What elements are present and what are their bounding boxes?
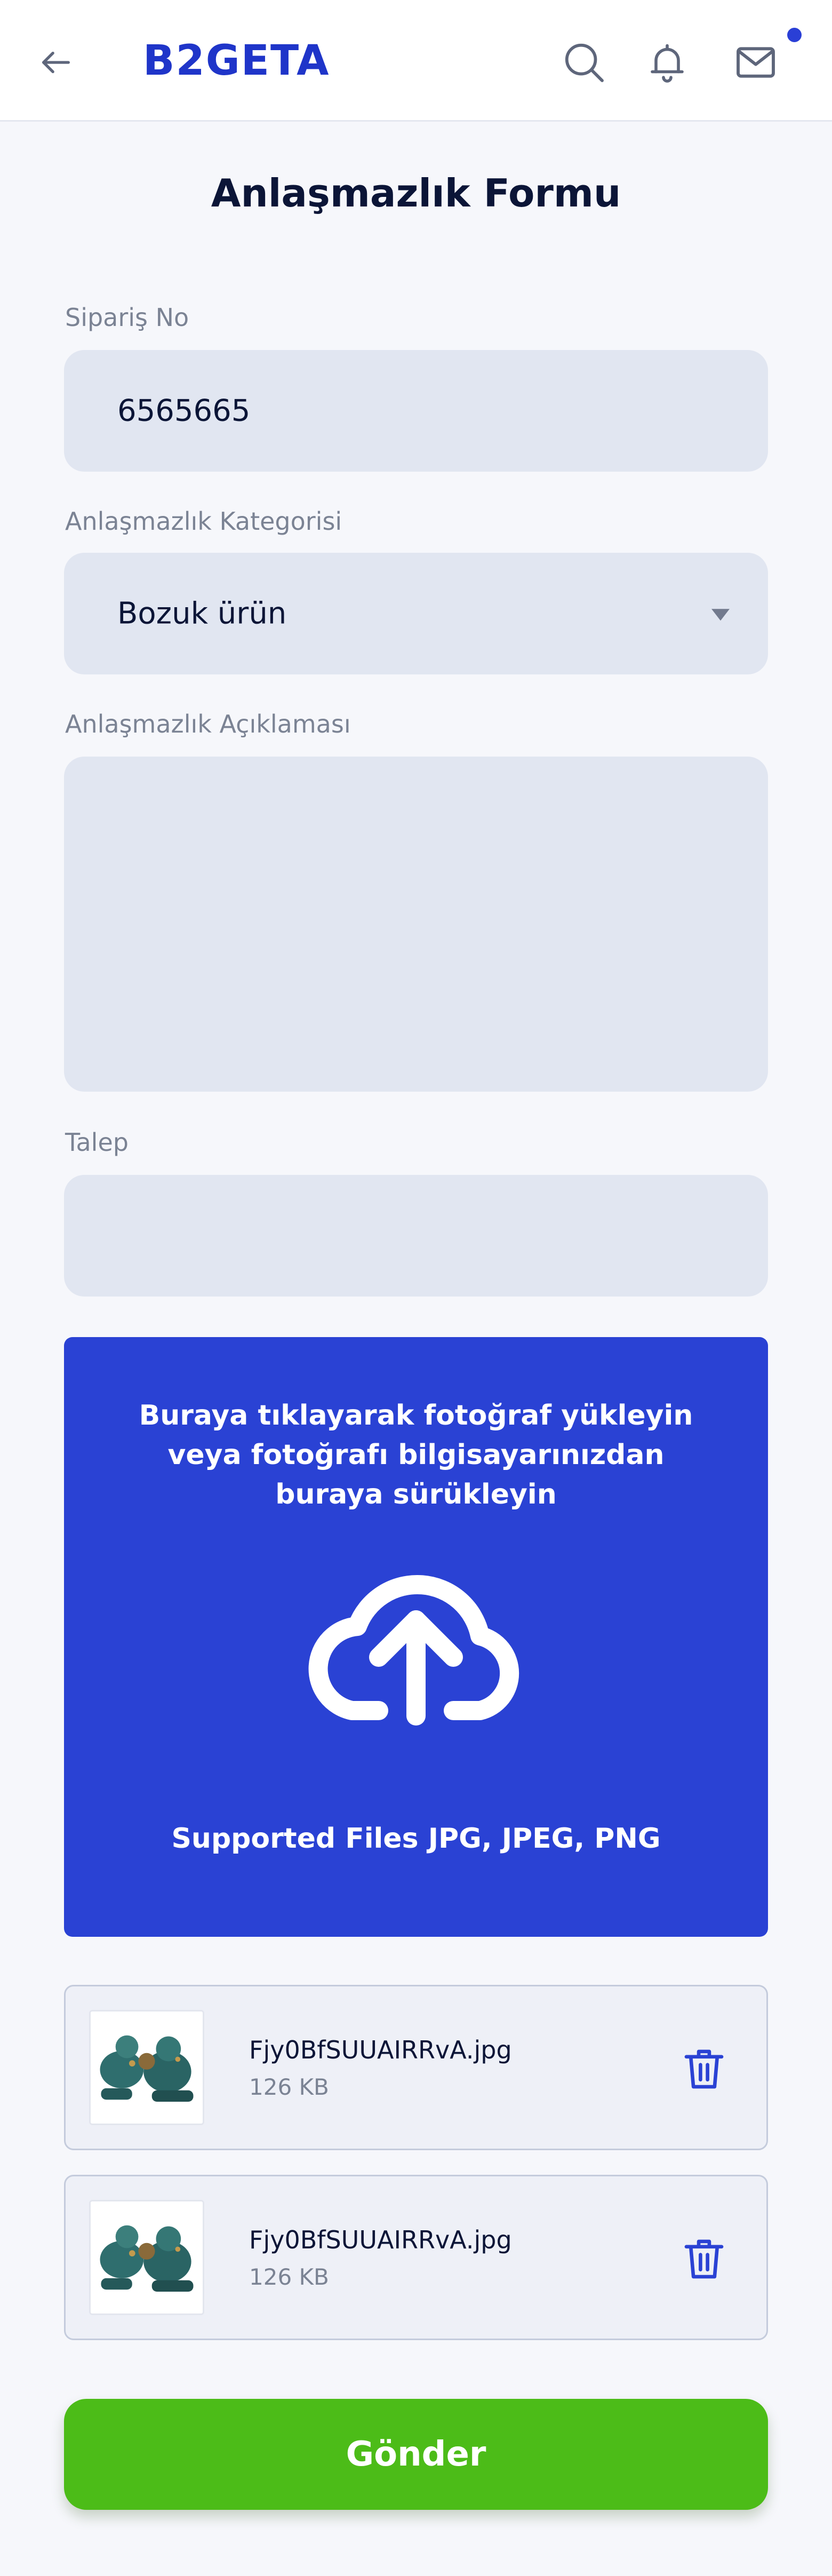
uploaded-file-item: Fjy0BfSUUAIRRvA.jpg 126 KB — [64, 1985, 768, 2150]
trash-icon — [684, 2049, 724, 2089]
file-size: 126 KB — [249, 2264, 329, 2290]
submit-button[interactable]: Gönder — [64, 2399, 768, 2510]
file-name: Fjy0BfSUUAIRRvA.jpg — [249, 2225, 512, 2254]
chevron-down-icon — [711, 609, 730, 621]
file-name: Fjy0BfSUUAIRRvA.jpg — [249, 2036, 512, 2064]
unread-indicator-dot — [787, 28, 802, 42]
file-thumbnail — [89, 2200, 204, 2315]
back-button[interactable] — [35, 42, 77, 83]
category-selected-value: Bozuk ürün — [117, 596, 287, 631]
request-label: Talep — [65, 1128, 129, 1157]
category-select[interactable]: Bozuk ürün — [64, 553, 768, 674]
search-button[interactable] — [560, 38, 608, 86]
order-no-input[interactable]: 6565665 — [64, 350, 768, 472]
description-textarea[interactable] — [64, 757, 768, 1092]
file-size: 126 KB — [249, 2074, 329, 2100]
order-no-label: Sipariş No — [65, 303, 189, 332]
request-input[interactable] — [64, 1175, 768, 1297]
page-title: Anlaşmazlık Formu — [211, 171, 621, 216]
bell-icon — [651, 44, 684, 83]
cloud-upload-icon — [308, 1575, 519, 1726]
statue-thumbnail-image — [91, 2011, 203, 2124]
upload-supported-formats: Supported Files JPG, JPEG, PNG — [171, 1823, 661, 1855]
photo-upload-dropzone[interactable]: Buraya tıklayarak fotoğraf yükleyin veya… — [64, 1337, 768, 1937]
statue-thumbnail-image — [91, 2201, 203, 2313]
trash-icon — [684, 2239, 724, 2279]
notifications-button[interactable] — [643, 38, 691, 86]
brand-logo[interactable]: B2GETA — [143, 37, 330, 85]
delete-file-button[interactable] — [680, 2234, 728, 2284]
delete-file-button[interactable] — [680, 2044, 728, 2094]
messages-button[interactable] — [732, 38, 780, 86]
arrow-left-icon — [42, 51, 70, 74]
order-no-value: 6565665 — [117, 393, 251, 428]
uploaded-file-item: Fjy0BfSUUAIRRvA.jpg 126 KB — [64, 2175, 768, 2340]
top-app-bar: B2GETA — [0, 0, 832, 122]
mail-icon — [737, 47, 775, 78]
upload-instruction: Buraya tıklayarak fotoğraf yükleyin veya… — [139, 1400, 693, 1510]
category-label: Anlaşmazlık Kategorisi — [65, 507, 342, 536]
file-thumbnail — [89, 2010, 204, 2125]
description-label: Anlaşmazlık Açıklaması — [65, 710, 351, 738]
search-icon — [565, 43, 604, 82]
